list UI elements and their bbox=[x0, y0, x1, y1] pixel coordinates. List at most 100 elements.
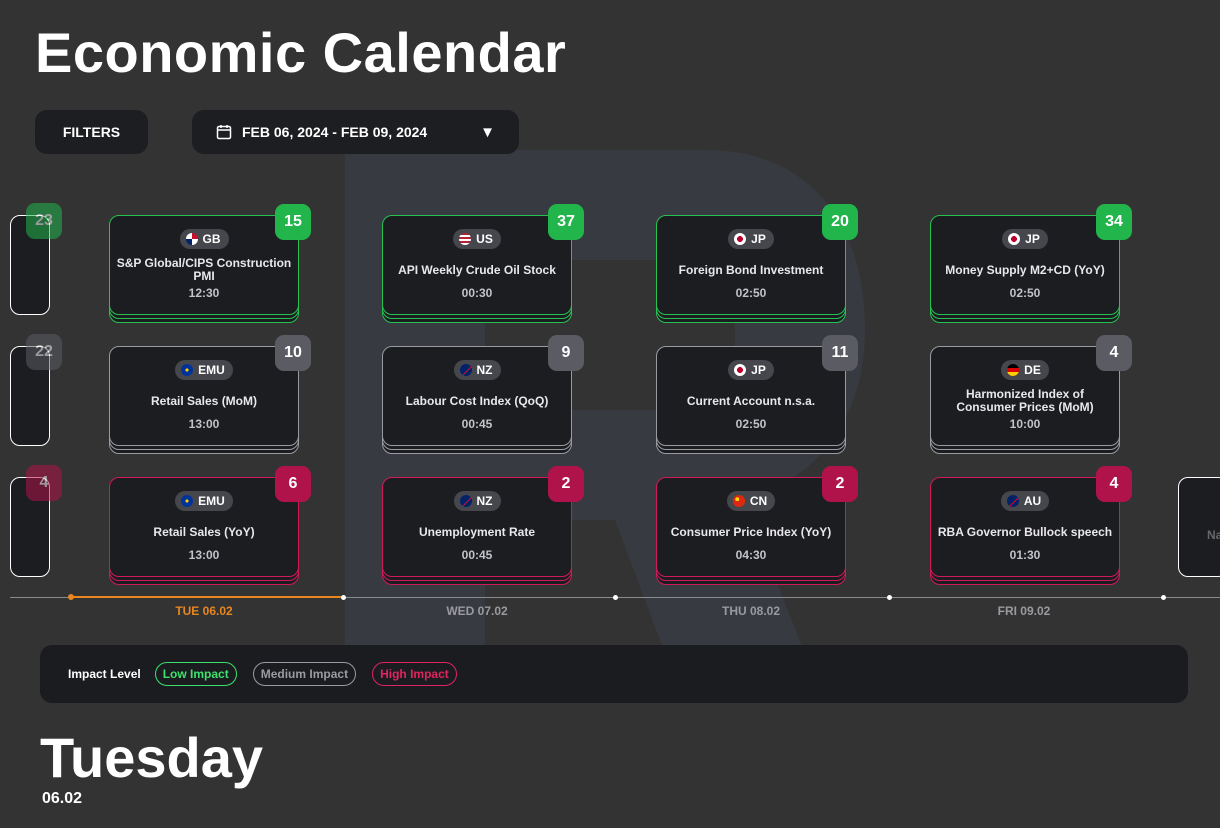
event-count-badge: 34 bbox=[1096, 204, 1132, 240]
country-code: EMU bbox=[198, 363, 225, 377]
country-code: JP bbox=[1025, 232, 1040, 246]
event-time: 00:30 bbox=[461, 286, 493, 300]
flag-icon bbox=[181, 364, 194, 376]
event-count-badge: 4 bbox=[1096, 466, 1132, 502]
country-code: NZ bbox=[476, 494, 493, 508]
flag-icon bbox=[185, 233, 198, 245]
event-count-badge: 2 bbox=[548, 466, 584, 502]
flag-icon bbox=[459, 364, 472, 376]
event-count-badge: 10 bbox=[275, 335, 311, 371]
event-time: 10:00 bbox=[1009, 417, 1041, 431]
event-card[interactable]: EMU Retail Sales (MoM) 13:00 10 bbox=[109, 335, 311, 446]
timeline-dot bbox=[1161, 595, 1166, 600]
event-name: Current Account n.s.a. bbox=[686, 393, 816, 408]
country-badge: US bbox=[453, 229, 501, 249]
country-code: DE bbox=[1024, 363, 1041, 377]
event-card-wrapper: NZ Unemployment Rate 00:45 2 bbox=[382, 466, 584, 585]
event-card[interactable]: DE Harmonized Index of Consumer Prices (… bbox=[930, 335, 1132, 446]
flag-icon bbox=[459, 495, 472, 507]
country-badge: GB bbox=[179, 229, 229, 249]
country-code: AU bbox=[1023, 494, 1042, 508]
event-count-badge: 2 bbox=[822, 466, 858, 502]
date-range-picker[interactable]: FEB 06, 2024 - FEB 09, 2024 ▼ bbox=[192, 110, 519, 154]
event-card[interactable]: CN Consumer Price Index (YoY) 04:30 2 bbox=[656, 466, 858, 577]
event-time: 00:45 bbox=[461, 548, 493, 562]
event-card[interactable]: JP Foreign Bond Investment 02:50 20 bbox=[656, 204, 858, 315]
flag-icon bbox=[734, 364, 747, 376]
country-badge: JP bbox=[728, 229, 774, 249]
country-code: CN bbox=[749, 494, 768, 508]
selected-date: 06.02 bbox=[42, 790, 83, 807]
event-count-badge: 4 bbox=[1096, 335, 1132, 371]
event-name: S&P Global/CIPS Construction PMI bbox=[116, 256, 292, 283]
event-time: 01:30 bbox=[1009, 548, 1041, 562]
calendar-icon bbox=[216, 125, 232, 140]
event-card-wrapper: DE Harmonized Index of Consumer Prices (… bbox=[930, 335, 1132, 454]
flag-icon bbox=[1006, 495, 1019, 507]
timeline-dot bbox=[68, 594, 74, 600]
flag-icon bbox=[1008, 233, 1021, 245]
medium-impact-pill[interactable]: Medium Impact bbox=[252, 662, 357, 686]
event-name: Harmonized Index of Consumer Prices (MoM… bbox=[956, 387, 1094, 414]
event-time: 13:00 bbox=[188, 548, 220, 562]
flag-icon bbox=[734, 233, 747, 245]
timeline-dot bbox=[341, 595, 346, 600]
country-code: JP bbox=[751, 232, 766, 246]
event-card[interactable]: NZ Labour Cost Index (QoQ) 00:45 9 bbox=[382, 335, 584, 446]
event-card-wrapper: JP Current Account n.s.a. 02:50 11 bbox=[656, 335, 858, 454]
event-name: Labour Cost Index (QoQ) bbox=[405, 393, 549, 408]
country-badge: JP bbox=[1002, 229, 1048, 249]
legend-label: Impact Level bbox=[68, 667, 141, 681]
event-time: 13:00 bbox=[188, 417, 220, 431]
country-badge: EMU bbox=[175, 360, 233, 380]
timeline-dot bbox=[887, 595, 892, 600]
partial-event-text: Na bbox=[1207, 528, 1220, 542]
timeline-day-1[interactable]: WED 07.02 bbox=[417, 604, 537, 618]
event-card[interactable]: NZ Unemployment Rate 00:45 2 bbox=[382, 466, 584, 577]
event-card[interactable]: US API Weekly Crude Oil Stock 00:30 37 bbox=[382, 204, 584, 315]
event-time: 04:30 bbox=[735, 548, 767, 562]
event-card-wrapper: CN Consumer Price Index (YoY) 04:30 2 bbox=[656, 466, 858, 585]
low-impact-pill[interactable]: Low Impact bbox=[154, 662, 237, 686]
country-badge: JP bbox=[728, 360, 774, 380]
country-badge: NZ bbox=[453, 491, 501, 511]
selected-weekday: Tuesday bbox=[40, 726, 264, 789]
event-name: RBA Governor Bullock speech bbox=[937, 524, 1113, 539]
country-badge: NZ bbox=[453, 360, 501, 380]
event-count-badge: 37 bbox=[548, 204, 584, 240]
event-card[interactable]: GB S&P Global/CIPS Construction PMI 12:3… bbox=[109, 204, 311, 315]
country-code: US bbox=[476, 232, 493, 246]
triangle-down-icon: ▼ bbox=[480, 123, 495, 141]
event-count-badge: 22 bbox=[26, 334, 62, 370]
event-card[interactable]: EMU Retail Sales (YoY) 13:00 6 bbox=[109, 466, 311, 577]
country-code: GB bbox=[202, 232, 221, 246]
timeline-dot bbox=[613, 595, 618, 600]
event-name: Retail Sales (MoM) bbox=[150, 393, 258, 408]
date-range-label: FEB 06, 2024 - FEB 09, 2024 bbox=[242, 124, 428, 140]
country-badge: EMU bbox=[175, 491, 233, 511]
event-card-wrapper: JP Money Supply M2+CD (YoY) 02:50 34 bbox=[930, 204, 1132, 323]
event-card-wrapper: AU RBA Governor Bullock speech 01:30 4 bbox=[930, 466, 1132, 585]
high-impact-pill[interactable]: High Impact bbox=[372, 662, 457, 686]
event-count-badge: 9 bbox=[548, 335, 584, 371]
event-count-badge: 4 bbox=[26, 465, 62, 501]
country-badge: AU bbox=[1000, 491, 1050, 511]
event-count-badge: 15 bbox=[275, 204, 311, 240]
impact-legend: Impact Level Low Impact Medium Impact Hi… bbox=[40, 645, 1188, 703]
event-count-badge: 6 bbox=[275, 466, 311, 502]
timeline-day-2[interactable]: THU 08.02 bbox=[691, 604, 811, 618]
flag-icon bbox=[459, 233, 472, 245]
flag-icon bbox=[181, 495, 194, 507]
event-time: 00:45 bbox=[461, 417, 493, 431]
event-name: Foreign Bond Investment bbox=[678, 262, 824, 277]
filters-button[interactable]: FILTERS bbox=[35, 110, 148, 154]
timeline-day-0[interactable]: TUE 06.02 bbox=[144, 604, 264, 618]
partial-event-card[interactable]: Na bbox=[1178, 477, 1220, 577]
event-card[interactable]: AU RBA Governor Bullock speech 01:30 4 bbox=[930, 466, 1132, 577]
country-code: EMU bbox=[198, 494, 225, 508]
event-name: Consumer Price Index (YoY) bbox=[670, 524, 832, 539]
event-card[interactable]: JP Money Supply M2+CD (YoY) 02:50 34 bbox=[930, 204, 1132, 315]
event-card-wrapper: NZ Labour Cost Index (QoQ) 00:45 9 bbox=[382, 335, 584, 454]
event-card[interactable]: JP Current Account n.s.a. 02:50 11 bbox=[656, 335, 858, 446]
timeline-day-3[interactable]: FRI 09.02 bbox=[964, 604, 1084, 618]
